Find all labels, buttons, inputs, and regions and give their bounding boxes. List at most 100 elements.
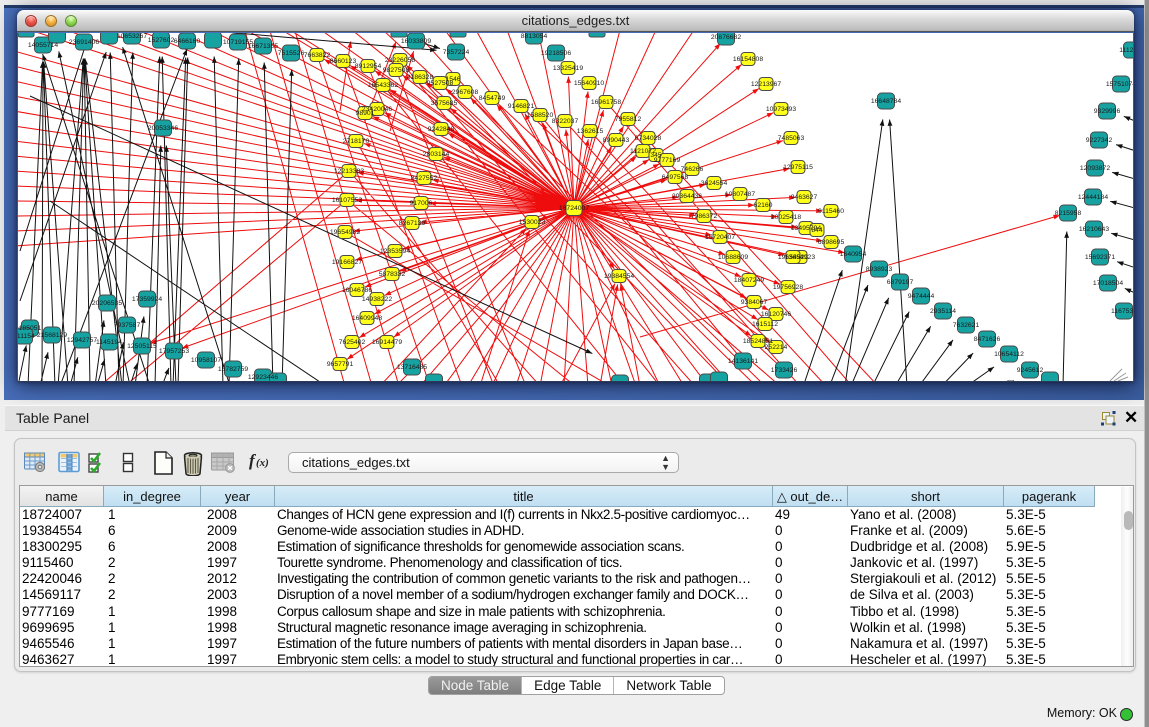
svg-text:1112476: 1112476 [1119, 47, 1133, 54]
svg-text:7955812: 7955812 [615, 116, 642, 123]
svg-text:10958107: 10958107 [191, 357, 221, 364]
svg-text:16046786: 16046786 [342, 287, 372, 294]
svg-text:18724007: 18724007 [559, 205, 589, 212]
svg-text:844: 844 [811, 227, 823, 234]
svg-text:19654923: 19654923 [778, 254, 808, 261]
svg-text:1733426: 1733426 [771, 367, 798, 374]
svg-text:7485063: 7485063 [778, 135, 805, 142]
svg-text:9384067: 9384067 [741, 299, 768, 306]
svg-text:917006: 917006 [410, 200, 433, 207]
svg-text:16961758: 16961758 [591, 99, 621, 106]
svg-text:18407249: 18407249 [734, 277, 764, 284]
svg-text:16154808: 16154808 [733, 56, 763, 63]
svg-text:20206535: 20206535 [92, 300, 122, 307]
svg-text:2967608: 2967608 [452, 89, 479, 96]
svg-text:9329996: 9329996 [1094, 108, 1121, 115]
svg-text:16409948: 16409948 [352, 315, 382, 322]
svg-text:7625402: 7625402 [339, 339, 366, 346]
svg-text:16782759: 16782759 [218, 366, 248, 373]
svg-text:8427552: 8427552 [411, 175, 438, 182]
svg-text:252214: 252214 [765, 344, 788, 351]
svg-text:3675685: 3675685 [431, 100, 458, 107]
svg-text:7937587: 7937587 [114, 322, 141, 329]
svg-text:19166827: 19166827 [332, 259, 362, 266]
svg-text:8454749: 8454749 [479, 95, 506, 102]
svg-text:746266: 746266 [681, 166, 704, 173]
svg-text:23691406: 23691406 [69, 39, 99, 46]
svg-text:8938923: 8938923 [866, 266, 893, 273]
svg-text:19218506: 19218506 [541, 50, 571, 57]
svg-text:13325419: 13325419 [553, 65, 583, 72]
svg-text:9245612: 9245612 [1017, 367, 1044, 374]
svg-text:3624554: 3624554 [701, 180, 728, 187]
svg-text:10025418: 10025418 [771, 214, 801, 221]
svg-text:16914479: 16914479 [372, 339, 402, 346]
svg-text:8813054: 8813054 [521, 33, 548, 40]
svg-text:6898695: 6898695 [818, 239, 845, 246]
svg-text:17957253: 17957253 [159, 348, 189, 355]
svg-text:20053346: 20053346 [148, 125, 178, 132]
svg-text:7663822: 7663822 [304, 52, 331, 59]
svg-text:1615112: 1615112 [752, 321, 778, 328]
svg-text:8660123: 8660123 [330, 58, 357, 65]
svg-text:8990443: 8990443 [603, 137, 630, 144]
svg-text:10807487: 10807487 [725, 191, 755, 198]
svg-text:15692371: 15692371 [1085, 254, 1115, 261]
svg-text:9657791: 9657791 [327, 361, 354, 368]
svg-text:6734028: 6734028 [635, 135, 662, 142]
svg-text:10688609: 10688609 [718, 254, 748, 261]
svg-text:23226058: 23226058 [385, 57, 415, 64]
svg-text:9463627: 9463627 [791, 194, 818, 201]
svg-text:1362615: 1362615 [577, 128, 604, 135]
svg-text:9827508: 9827508 [383, 67, 410, 74]
svg-text:12444184: 12444184 [1078, 194, 1108, 201]
svg-text:8471626: 8471626 [974, 336, 1001, 343]
svg-text:14938222: 14938222 [362, 296, 392, 303]
svg-text:7515526: 7515526 [278, 50, 305, 57]
svg-text:2803144: 2803144 [423, 151, 450, 158]
svg-text:1527602: 1527602 [148, 37, 175, 44]
svg-text:7632621: 7632621 [953, 322, 980, 329]
svg-text:5878332: 5878332 [379, 271, 406, 278]
svg-text:12942757: 12942757 [67, 337, 97, 344]
svg-text:1530023: 1530023 [519, 219, 546, 226]
svg-text:1167533: 1167533 [1111, 308, 1133, 315]
svg-text:14136141: 14136141 [728, 358, 758, 365]
svg-text:16543362: 16543362 [368, 82, 398, 89]
svg-text:21568129: 21568129 [37, 332, 67, 339]
svg-text:10653267: 10653267 [117, 33, 147, 40]
svg-text:98901: 98901 [356, 110, 375, 117]
svg-text:9146821: 9146821 [508, 103, 535, 110]
svg-text:8215958: 8215958 [1055, 210, 1082, 217]
svg-text:10654112: 10654112 [994, 351, 1024, 358]
svg-text:20876682: 20876682 [711, 34, 741, 41]
svg-text:14055714: 14055714 [28, 42, 58, 49]
svg-text:2935114: 2935114 [930, 308, 956, 315]
svg-text:16648784: 16648784 [871, 98, 901, 105]
svg-text:12093872: 12093872 [1080, 165, 1110, 172]
svg-text:1640954: 1640954 [840, 251, 867, 258]
svg-text:62160: 62160 [754, 202, 773, 209]
svg-text:12923446: 12923446 [248, 374, 278, 381]
svg-text:15720407: 15720407 [705, 234, 735, 241]
svg-text:8322037: 8322037 [552, 118, 579, 125]
svg-text:6497568: 6497568 [662, 174, 689, 181]
svg-text:10973493: 10973493 [766, 106, 796, 113]
svg-text:9474444: 9474444 [908, 293, 935, 300]
svg-text:9115460: 9115460 [818, 208, 844, 215]
svg-text:9227342: 9227342 [1086, 137, 1113, 144]
svg-text:16210643: 16210643 [1079, 226, 1109, 233]
svg-text:16107553: 16107553 [332, 197, 362, 204]
svg-text:8267130: 8267130 [399, 220, 426, 227]
svg-text:12505115: 12505115 [127, 343, 157, 350]
svg-text:16120746: 16120746 [761, 311, 791, 318]
svg-text:9527508: 9527508 [427, 80, 454, 87]
svg-text:17018504: 17018504 [1093, 280, 1123, 287]
svg-text:19384554: 19384554 [604, 273, 634, 280]
svg-text:7357224: 7357224 [443, 49, 470, 56]
svg-text:15640910: 15640910 [574, 80, 604, 87]
svg-text:12213967: 12213967 [751, 81, 781, 88]
svg-text:1145194: 1145194 [96, 339, 122, 346]
svg-text:15751074: 15751074 [1106, 81, 1133, 88]
svg-text:1588520: 1588520 [527, 112, 554, 119]
